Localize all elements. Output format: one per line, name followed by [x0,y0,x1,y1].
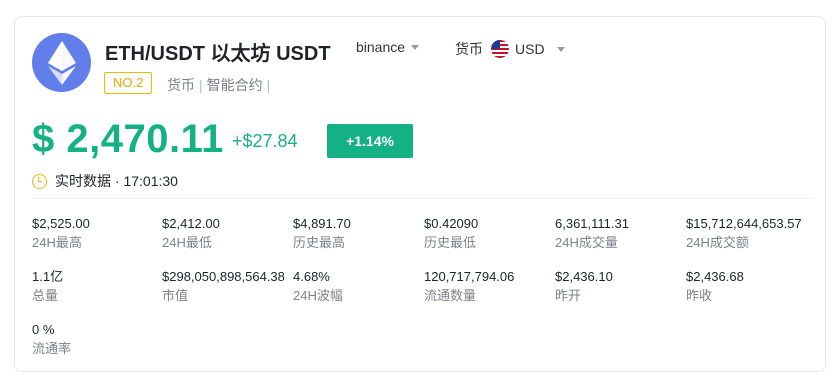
change-percent-badge: +1.14% [327,124,413,158]
stat-label: 流通数量 [424,288,477,303]
stat-market-cap: $298,050,898,564.38 市值 [162,269,290,304]
realtime-label: 实时数据 · 17:01:30 [55,173,178,189]
caret-down-icon [411,44,420,50]
stat-24h-turnover: $15,712,644,653.57 24H成交额 [686,216,814,251]
stat-prev-open: $2,436.10 昨开 [555,269,683,304]
stat-value: 4.68% [293,269,330,284]
stat-label: 市值 [162,288,189,303]
stat-value: $298,050,898,564.38 [162,269,285,284]
rank-badge: NO.2 [104,72,153,94]
stat-prev-close: $2,436.68 昨收 [686,269,814,304]
currency-label: 货币 [455,41,483,57]
current-price: $ 2,470.11 [32,117,224,161]
stat-value: $15,712,644,653.57 [686,216,802,231]
stat-value: 6,361,111.31 [555,216,629,231]
stat-total-supply: 1.1亿 总量 [32,269,160,304]
stat-label: 历史最高 [293,235,346,250]
currency-selector: 货币 USD [455,39,565,59]
currency-select[interactable]: USD [491,40,565,58]
stat-value: $2,525.00 [32,216,90,231]
stat-label: 昨开 [555,288,582,303]
stat-label: 历史最低 [424,235,477,250]
divider [32,198,815,199]
stat-circulation-rate: 0 % 流通率 [32,322,160,357]
pair-title: ETH/USDT 以太坊 USDT [105,43,331,65]
stat-value: 0 % [32,322,55,337]
tag-list: 货币 | 智能合约 | [167,75,274,95]
stat-24h-high: $2,525.00 24H最高 [32,216,160,251]
stat-label: 昨收 [686,288,713,303]
stat-24h-low: $2,412.00 24H最低 [162,216,290,251]
stat-24h-volume: 6,361,111.31 24H成交量 [555,216,683,251]
stat-value: $2,436.68 [686,269,744,284]
price-change: +$27.84 [232,131,298,151]
stat-label: 总量 [32,288,59,303]
tag-separator: | [199,77,203,93]
stat-circulating-supply: 120,717,794.06 流通数量 [424,269,552,304]
stat-all-time-high: $4,891.70 历史最高 [293,216,421,251]
stat-value: $2,412.00 [162,216,220,231]
stat-value: $0.42090 [424,216,479,231]
clock-icon [32,173,47,189]
stat-label: 24H波幅 [293,288,343,303]
stat-label: 24H成交量 [555,235,618,250]
tag-separator: | [266,77,271,93]
tag-item[interactable]: 智能合约 [207,77,263,93]
ethereum-icon [32,33,91,92]
stat-24h-amplitude: 4.68% 24H波幅 [293,269,421,304]
coin-info-card: ETH/USDT 以太坊 USDT binance 货币 USD NO.2 货币… [14,16,826,372]
exchange-value: binance [356,39,406,55]
realtime-status: 实时数据 · 17:01:30 [32,171,178,191]
stat-label: 24H最高 [32,235,82,250]
stat-value: 1.1亿 [32,269,64,284]
stat-value: $2,436.10 [555,269,613,284]
exchange-select[interactable]: binance [356,39,420,55]
us-flag-icon [491,40,509,58]
caret-down-icon [556,46,565,52]
stat-label: 流通率 [32,341,72,356]
stat-label: 24H成交额 [686,235,749,250]
currency-value: USD [515,41,545,57]
stat-all-time-low: $0.42090 历史最低 [424,216,552,251]
stat-label: 24H最低 [162,235,212,250]
tag-item[interactable]: 货币 [167,77,195,93]
stat-value: 120,717,794.06 [424,269,515,284]
stat-value: $4,891.70 [293,216,351,231]
